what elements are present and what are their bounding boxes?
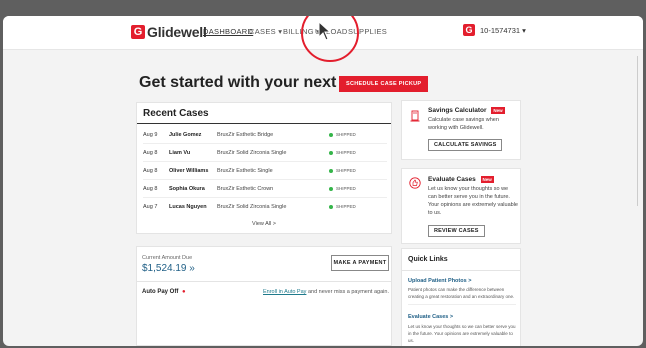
new-badge: New	[491, 107, 505, 114]
status-dot-icon	[329, 151, 333, 155]
recent-cases-card: Recent Cases Aug 9 Julie Gomez BruxZir E…	[136, 102, 392, 234]
savings-calculator-card: Savings Calculator New Calculate case sa…	[401, 100, 521, 160]
evaluate-cases-link[interactable]: Evaluate Cases >	[408, 314, 453, 320]
divider	[137, 123, 391, 124]
case-row[interactable]: Aug 8 Oliver Williams BruxZir Esthetic S…	[143, 162, 387, 180]
case-date: Aug 8	[143, 168, 158, 174]
enroll-autopay-rest: and never miss a payment again.	[307, 289, 389, 295]
upload-photos-link[interactable]: Upload Patient Photos >	[408, 278, 471, 284]
savings-title-text: Savings Calculator	[428, 107, 487, 115]
enroll-autopay-text: Enroll in Auto Pay and never miss a paym…	[263, 289, 389, 295]
case-product: BruxZir Esthetic Crown	[217, 186, 274, 192]
case-status: SHIPPED	[336, 150, 356, 155]
divider	[402, 270, 520, 271]
case-status: SHIPPED	[336, 204, 356, 209]
case-row[interactable]: Aug 8 Liam Vu BruxZir Solid Zirconia Sin…	[143, 144, 387, 162]
evaluate-text: Let us know your thoughts so we can bett…	[428, 186, 518, 216]
case-status: SHIPPED	[336, 168, 356, 173]
case-status: SHIPPED	[336, 132, 356, 137]
account-number: 10-1574731 ▾	[480, 25, 526, 35]
amount-due-label: Current Amount Due	[142, 255, 193, 261]
upload-photos-desc: Patient photos can make the difference b…	[408, 287, 515, 299]
case-row[interactable]: Aug 7 Lucas Nguyen BruxZir Solid Zirconi…	[143, 198, 387, 216]
savings-title: Savings Calculator New	[428, 107, 505, 114]
case-date: Aug 8	[143, 186, 158, 192]
status-dot-icon	[329, 169, 333, 173]
recent-cases-title: Recent Cases	[143, 108, 209, 119]
nav-dashboard[interactable]: DASHBOARD	[203, 27, 253, 36]
case-product: BruxZir Esthetic Bridge	[217, 132, 274, 138]
case-date: Aug 9	[143, 132, 158, 138]
autopay-marker: ●	[182, 289, 186, 295]
patient-name: Sophia Okura	[169, 186, 205, 192]
make-payment-button[interactable]: MAKE A PAYMENT	[331, 255, 389, 271]
view-all-link[interactable]: View All >	[137, 221, 391, 227]
case-status: SHIPPED	[336, 186, 356, 191]
quick-links-card: Quick Links Upload Patient Photos > Pati…	[401, 248, 521, 346]
quick-links-title: Quick Links	[408, 256, 448, 263]
patient-name: Lucas Nguyen	[169, 204, 207, 210]
autopay-status: Auto Pay Off ●	[142, 289, 186, 295]
status-dot-icon	[329, 187, 333, 191]
evaluate-cases-card: Evaluate Cases New Let us know your thou…	[401, 168, 521, 244]
divider	[137, 281, 391, 282]
amount-due-value[interactable]: $1,524.19 »	[142, 263, 195, 274]
case-row[interactable]: Aug 8 Sophia Okura BruxZir Esthetic Crow…	[143, 180, 387, 198]
new-badge: New	[480, 176, 494, 183]
account-selector[interactable]: G 10-1574731 ▾	[463, 24, 526, 36]
cursor-arrow-icon	[318, 21, 332, 41]
case-product: BruxZir Esthetic Single	[217, 168, 273, 174]
patient-name: Liam Vu	[169, 150, 191, 156]
logo-text: Glidewell	[147, 24, 207, 40]
review-cases-button[interactable]: REVIEW CASES	[428, 225, 485, 237]
nav-cases[interactable]: CASES ▾	[249, 27, 282, 36]
divider	[408, 304, 516, 305]
thumbs-up-icon	[409, 177, 421, 189]
savings-text: Calculate case savings when working with…	[428, 117, 499, 131]
schedule-pickup-button[interactable]: SCHEDULE CASE PICKUP	[339, 76, 429, 92]
account-logo-icon: G	[463, 24, 475, 36]
calculator-icon	[410, 110, 420, 122]
case-date: Aug 7	[143, 204, 158, 210]
calculate-savings-button[interactable]: CALCULATE SAVINGS	[428, 139, 503, 151]
glidewell-logo[interactable]: G Glidewell	[131, 23, 207, 41]
case-product: BruxZir Solid Zirconia Single	[217, 204, 287, 210]
browser-viewport: G Glidewell DASHBOARD CASES ▾ BILLING ▾ …	[3, 16, 643, 346]
patient-name: Oliver Williams	[169, 168, 209, 174]
case-product: BruxZir Solid Zirconia Single	[217, 150, 287, 156]
logo-mark-icon: G	[131, 25, 145, 39]
autopay-label: Auto Pay Off	[142, 289, 179, 295]
case-row[interactable]: Aug 9 Julie Gomez BruxZir Esthetic Bridg…	[143, 126, 387, 144]
status-dot-icon	[329, 133, 333, 137]
status-dot-icon	[329, 205, 333, 209]
case-date: Aug 8	[143, 150, 158, 156]
evaluate-title-text: Evaluate Cases	[428, 176, 476, 184]
scrollbar[interactable]	[637, 56, 638, 206]
evaluate-title: Evaluate Cases New	[428, 176, 494, 183]
amount-due-card: Current Amount Due $1,524.19 » MAKE A PA…	[136, 246, 392, 346]
enroll-autopay-link[interactable]: Enroll in Auto Pay	[263, 289, 306, 295]
patient-name: Julie Gomez	[169, 132, 202, 138]
evaluate-cases-desc: Let us know your thoughts so we can bett…	[408, 324, 516, 343]
